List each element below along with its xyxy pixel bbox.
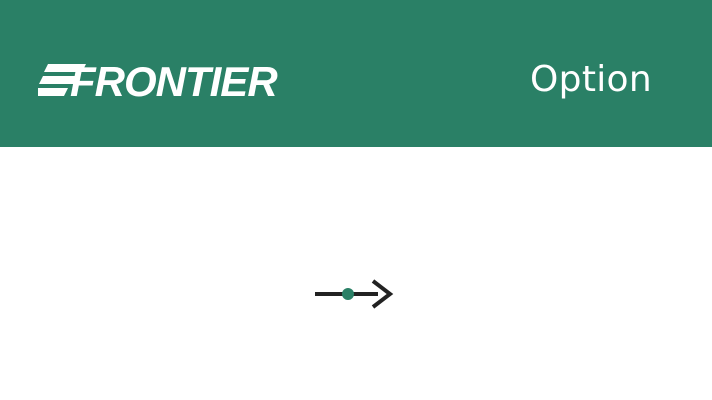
arrow-right-with-dot-icon [312,276,398,312]
frontier-logo-graphic: FRONTIER [38,58,279,104]
frontier-logo: FRONTIER [38,56,318,104]
page-title: Option [530,59,652,100]
brand-name: FRONTIER [70,58,278,104]
app-header: FRONTIER Option [0,0,712,147]
